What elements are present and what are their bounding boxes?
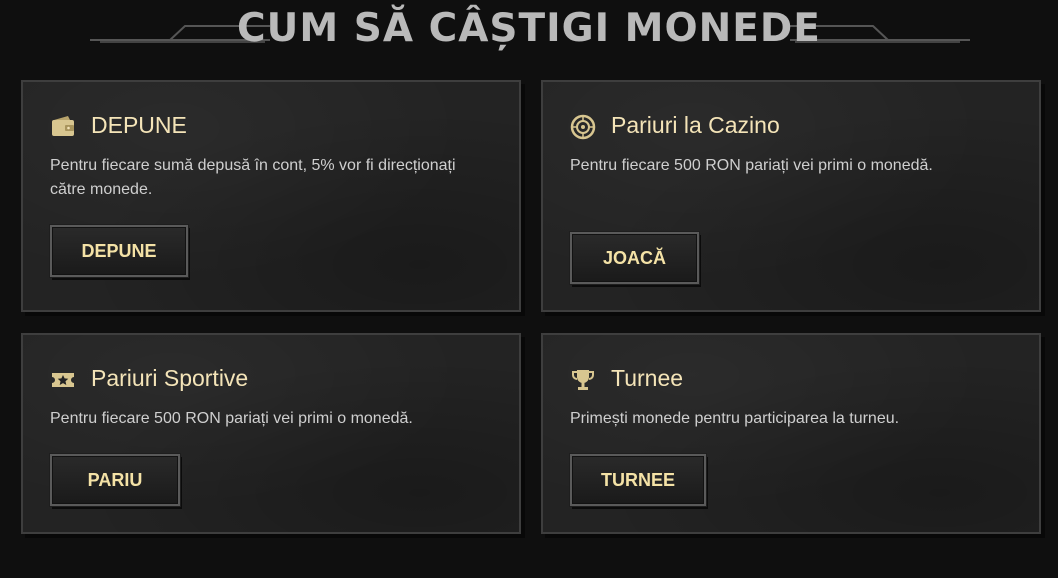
card-deposit: DEPUNE Pentru fiecare sumă depusă în con… <box>21 80 521 312</box>
card-description: Primești monede pentru participarea la t… <box>570 410 900 427</box>
card-title: Pariuri Sportive <box>91 365 249 391</box>
ticket-star-icon <box>50 367 76 393</box>
wallet-icon <box>50 114 76 140</box>
bet-button[interactable]: PARIU <box>49 453 181 507</box>
trophy-icon <box>570 367 596 393</box>
roulette-icon <box>570 114 596 140</box>
deposit-button[interactable]: DEPUNE <box>49 224 189 278</box>
card-title: Pariuri la Cazino <box>611 112 780 138</box>
section-header: CUM SĂ CÂȘTIGI MONEDE <box>0 0 1058 60</box>
tournaments-button[interactable]: TURNEE <box>569 453 707 507</box>
card-description: Pentru fiecare 500 RON pariați vei primi… <box>570 157 933 174</box>
card-title: Turnee <box>611 365 684 391</box>
page-title: CUM SĂ CÂȘTIGI MONEDE <box>237 6 821 51</box>
card-description: Pentru fiecare 500 RON pariați vei primi… <box>50 410 413 427</box>
play-button[interactable]: JOACĂ <box>569 231 700 285</box>
card-casino: Pariuri la Cazino Pentru fiecare 500 RON… <box>541 80 1041 312</box>
card-tournaments: Turnee Primești monede pentru participar… <box>541 333 1041 534</box>
card-title: DEPUNE <box>91 112 187 138</box>
card-description: Pentru fiecare sumă depusă în cont, 5% v… <box>50 157 456 198</box>
card-sports: Pariuri Sportive Pentru fiecare 500 RON … <box>21 333 521 534</box>
